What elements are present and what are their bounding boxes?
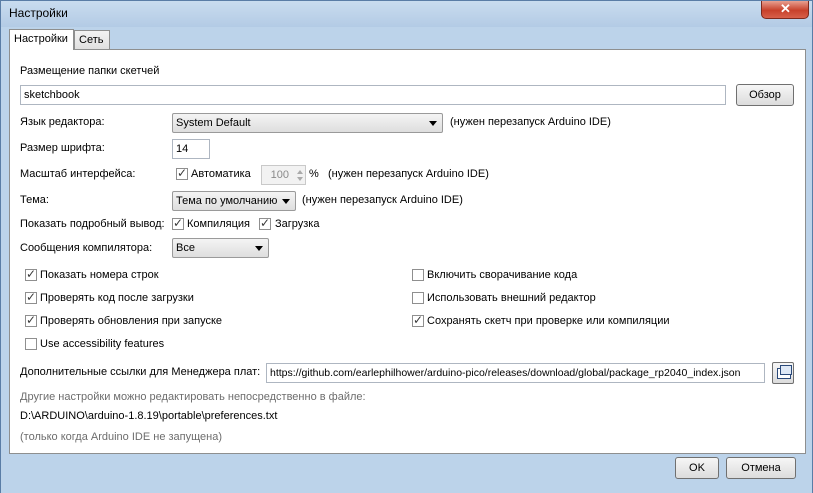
option-external-editor-label: Использовать внешний редактор	[427, 292, 596, 304]
more-prefs-note: Другие настройки можно редактировать неп…	[20, 391, 366, 403]
theme-note: (нужен перезапуск Arduino IDE)	[302, 194, 463, 206]
editor-language-label: Язык редактора:	[20, 116, 105, 128]
scale-note: (нужен перезапуск Arduino IDE)	[328, 168, 489, 180]
option-code-folding-checkbox[interactable]	[412, 269, 424, 281]
sketchbook-path-input[interactable]: sketchbook	[20, 85, 726, 105]
theme-value: Тема по умолчанию	[176, 195, 278, 207]
scale-unit: %	[309, 168, 319, 180]
editor-language-note: (нужен перезапуск Arduino IDE)	[450, 116, 611, 128]
tab-network[interactable]: Сеть	[74, 30, 110, 49]
option-check-updates-label: Проверять обновления при запуске	[40, 315, 223, 327]
close-icon: ✕	[780, 1, 791, 16]
sketchbook-label: Размещение папки скетчей	[20, 65, 160, 77]
compiler-warnings-select[interactable]: Все	[172, 238, 269, 258]
editor-language-select[interactable]: System Default	[172, 113, 443, 133]
spin-down-icon	[297, 177, 303, 181]
option-line-numbers-label: Показать номера строк	[40, 269, 159, 281]
scale-label: Масштаб интерфейса:	[20, 168, 136, 180]
button-bar: OK Отмена	[1, 455, 812, 493]
tab-settings[interactable]: Настройки	[9, 29, 74, 50]
theme-label: Тема:	[20, 194, 49, 206]
verbose-label: Показать подробный вывод:	[20, 218, 165, 230]
cancel-button[interactable]: Отмена	[726, 457, 796, 479]
option-verify-upload-checkbox[interactable]	[25, 290, 37, 304]
option-save-on-verify-label: Сохранять скетч при проверке или компиля…	[427, 315, 670, 327]
font-size-label: Размер шрифта:	[20, 142, 105, 154]
verbose-upload-checkbox[interactable]	[259, 216, 271, 230]
board-urls-label: Дополнительные ссылки для Менеджера плат…	[20, 366, 261, 378]
settings-panel: Размещение папки скетчей sketchbook Обзо…	[9, 49, 806, 454]
editor-language-value: System Default	[176, 117, 251, 129]
compiler-warnings-label: Сообщения компилятора:	[20, 242, 153, 254]
scale-auto-label: Автоматика	[191, 168, 251, 180]
verbose-upload-label: Загрузка	[275, 218, 320, 230]
font-size-input[interactable]: 14	[172, 139, 210, 159]
option-external-editor-checkbox[interactable]	[412, 292, 424, 304]
option-accessibility-checkbox[interactable]	[25, 338, 37, 350]
option-accessibility-label: Use accessibility features	[40, 338, 165, 350]
option-line-numbers-checkbox[interactable]	[25, 267, 37, 281]
preferences-window: Настройки ✕ Настройки Сеть Размещение па…	[0, 0, 813, 493]
title-bar[interactable]: Настройки ✕	[1, 1, 812, 27]
chevron-down-icon	[429, 121, 437, 126]
option-check-updates-checkbox[interactable]	[25, 313, 37, 327]
ok-button[interactable]: OK	[675, 457, 719, 479]
window-title: Настройки	[9, 6, 68, 20]
compiler-warnings-value: Все	[176, 242, 195, 254]
board-urls-edit-button[interactable]	[772, 362, 794, 384]
window-icon	[777, 365, 792, 379]
preferences-path: D:\ARDUINO\arduino-1.8.19\portable\prefe…	[20, 410, 278, 422]
browse-button[interactable]: Обзор	[736, 84, 794, 106]
verbose-compile-checkbox[interactable]	[172, 216, 184, 230]
spin-up-icon	[297, 170, 303, 174]
board-urls-input[interactable]: https://github.com/earlephilhower/arduin…	[266, 363, 765, 383]
chevron-down-icon	[255, 246, 263, 251]
option-code-folding-label: Включить сворачивание кода	[427, 269, 578, 281]
close-button[interactable]: ✕	[761, 1, 809, 19]
theme-select[interactable]: Тема по умолчанию	[172, 191, 296, 211]
scale-spinner[interactable]: 100	[261, 165, 306, 185]
scale-auto-checkbox[interactable]	[176, 166, 188, 180]
more-prefs-hint: (только когда Arduino IDE не запущена)	[20, 431, 223, 443]
chevron-down-icon	[282, 199, 290, 204]
option-verify-upload-label: Проверять код после загрузки	[40, 292, 194, 304]
verbose-compile-label: Компиляция	[187, 218, 250, 230]
scale-value: 100	[270, 169, 289, 181]
option-save-on-verify-checkbox[interactable]	[412, 313, 424, 327]
